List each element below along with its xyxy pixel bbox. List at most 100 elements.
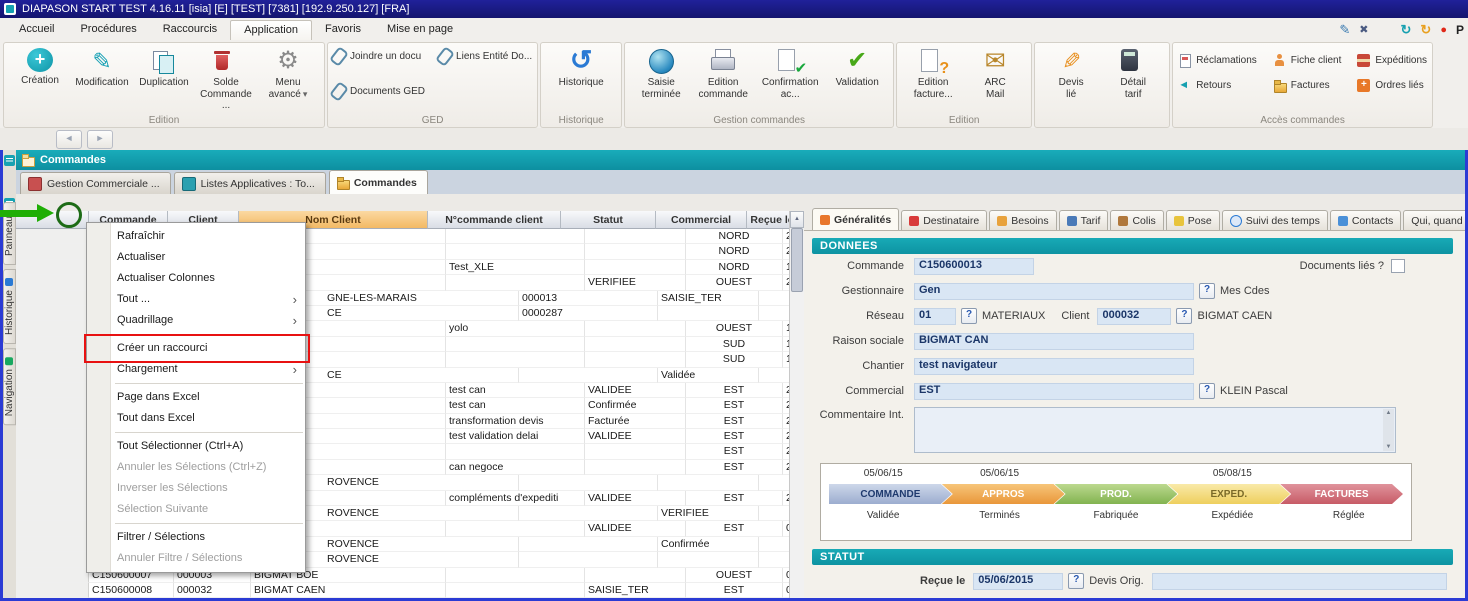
sidebar-tab-historique[interactable]: Historique [3, 269, 16, 344]
expeditions-button[interactable]: Expéditions [1357, 51, 1427, 70]
refresh-icon[interactable] [1401, 23, 1412, 37]
menu-avance-button[interactable]: Menu avancé [257, 46, 319, 100]
row-selector [16, 521, 89, 536]
lookup-question-button[interactable]: ? [1068, 573, 1084, 589]
saisie-terminee-button[interactable]: Saisie terminée [630, 46, 692, 100]
detail-tab-qui-quand[interactable]: Qui, quand ? [1403, 210, 1468, 230]
menu-tab-application[interactable]: Application [230, 20, 312, 40]
creation-button[interactable]: Création [9, 46, 71, 87]
documents-lies-checkbox[interactable] [1391, 259, 1405, 273]
reclamations-button[interactable]: Réclamations [1178, 51, 1257, 70]
table-row[interactable]: C150600008000032BIGMAT CAENSAISIE_TEREST… [16, 583, 804, 598]
menu-item-tout[interactable]: Tout ...› [87, 289, 305, 310]
column-header-statut[interactable]: Statut [561, 211, 656, 229]
menu-tab-raccourcis[interactable]: Raccourcis [150, 20, 230, 40]
alert-dot-icon[interactable] [1440, 22, 1447, 37]
sidebar-tab-navigation[interactable]: Navigation [3, 348, 16, 425]
lookup-question-button[interactable]: ? [961, 308, 977, 324]
detail-tab-destinataire[interactable]: Destinataire [901, 210, 987, 230]
scrollbar-thumb[interactable] [791, 228, 803, 292]
menu-item-quadrillage[interactable]: Quadrillage› [87, 310, 305, 331]
tab-commandes[interactable]: Commandes [329, 170, 428, 194]
edition-commande-button[interactable]: Edition commande [692, 46, 754, 100]
ribbon-group-historique: Historique Historique [540, 42, 622, 128]
forward-button[interactable] [87, 130, 113, 149]
arc-mail-button[interactable]: ARC Mail [964, 46, 1026, 100]
menu-item-rafra-chir[interactable]: Rafraîchir [87, 226, 305, 247]
reseau-field[interactable]: 01 [914, 308, 956, 325]
lookup-question-button[interactable]: ? [1199, 383, 1215, 399]
documents-ged-button[interactable]: Documents GED [333, 82, 425, 101]
menu-tab-mise-en-page[interactable]: Mise en page [374, 20, 466, 40]
gestionnaire-field[interactable]: Gen [914, 283, 1194, 300]
tab-gestion-commerciale[interactable]: Gestion Commerciale ... [20, 172, 171, 194]
confirmation-button[interactable]: Confirmation ac... [754, 46, 826, 100]
menu-item-filtrer-s-lections[interactable]: Filtrer / Sélections [87, 527, 305, 548]
detail-tab-contacts[interactable]: Contacts [1330, 210, 1401, 230]
edit-pencil-icon[interactable] [1339, 23, 1350, 37]
cell-num-commande [519, 537, 658, 552]
menu-tab-accueil[interactable]: Accueil [6, 20, 67, 40]
workflow-status: Réglée [1291, 510, 1407, 521]
menu-tab-favoris[interactable]: Favoris [312, 20, 374, 40]
devis-lie-button[interactable]: Devis lié [1040, 46, 1102, 100]
workflow-step-exped: EXPED. [1167, 484, 1290, 504]
joindre-docu-button[interactable]: Joindre un docu [333, 47, 425, 66]
solde-commande-button[interactable]: Solde Commande ... [195, 46, 257, 112]
menu-item-tout-dans-excel[interactable]: Tout dans Excel [87, 408, 305, 429]
historique-button[interactable]: Historique [546, 46, 616, 89]
scroll-down-icon[interactable]: ▼ [1386, 444, 1392, 450]
detail-tab-g-n-ralit-s[interactable]: Généralités [812, 208, 899, 230]
navigation-row [0, 128, 1468, 151]
vertical-scrollbar[interactable]: ▲ [789, 211, 804, 598]
back-button[interactable] [56, 130, 82, 149]
chantier-field[interactable]: test navigateur [914, 358, 1194, 375]
retours-button[interactable]: Retours [1178, 76, 1257, 95]
menu-item-chargement[interactable]: Chargement› [87, 359, 305, 380]
fiche-client-button[interactable]: Fiche client [1273, 51, 1342, 70]
sidebar-tab-panneaux[interactable]: Panneaux [3, 202, 16, 265]
detail-tab-tarif[interactable]: Tarif [1059, 210, 1109, 230]
scroll-up-icon[interactable]: ▲ [1386, 410, 1392, 416]
panel-toggle-icon[interactable] [4, 155, 15, 166]
sync-icon[interactable] [1420, 23, 1431, 37]
scroll-up-icon[interactable]: ▲ [790, 211, 804, 228]
modification-button[interactable]: Modification [71, 46, 133, 89]
ordres-lies-button[interactable]: Ordres liés [1357, 76, 1427, 95]
recue-le-field[interactable]: 05/06/2015 [973, 573, 1063, 590]
grid-corner-cell[interactable] [16, 211, 89, 229]
column-header-commercial[interactable]: Commercial [656, 211, 747, 229]
devis-orig-field[interactable] [1152, 573, 1447, 590]
lookup-question-button[interactable]: ? [1176, 308, 1192, 324]
close-x-icon[interactable] [1359, 22, 1368, 37]
detail-tab-colis[interactable]: Colis [1110, 210, 1163, 230]
duplication-button[interactable]: Duplication [133, 46, 195, 89]
cell-nom-client: BIGMAT CAEN [251, 583, 446, 598]
validation-button[interactable]: Validation [826, 46, 888, 89]
commande-field[interactable]: C150600013 [914, 258, 1034, 275]
raison-sociale-field[interactable]: BIGMAT CAN [914, 333, 1194, 350]
menu-item-tout-s-lectionner-ctrl-a[interactable]: Tout Sélectionner (Ctrl+A) [87, 436, 305, 457]
factures-button[interactable]: Factures [1273, 76, 1342, 95]
edition-facture-button[interactable]: Edition facture... [902, 46, 964, 100]
menu-item-actualiser[interactable]: Actualiser [87, 247, 305, 268]
tab-listes-applicatives[interactable]: Listes Applicatives : To... [174, 172, 326, 194]
detail-tab-besoins[interactable]: Besoins [989, 210, 1056, 230]
menu-item-cr-er-un-raccourci[interactable]: Créer un raccourci [87, 338, 305, 359]
detail-content: DONNEES Commande C150600013 Documents li… [804, 230, 1465, 598]
p-label[interactable]: P [1456, 23, 1464, 37]
detail-tab-pose[interactable]: Pose [1166, 210, 1220, 230]
menu-item-page-dans-excel[interactable]: Page dans Excel [87, 387, 305, 408]
detail-tarif-button[interactable]: Détail tarif [1102, 46, 1164, 100]
cell-statut: VERIFIEE [585, 275, 686, 290]
liens-entite-button[interactable]: Liens Entité Do... [439, 47, 532, 66]
menu-item-actualiser-colonnes[interactable]: Actualiser Colonnes [87, 268, 305, 289]
mini-scrollbar[interactable]: ▲▼ [1383, 409, 1394, 451]
column-header-num-commande-client[interactable]: N°commande client [428, 211, 561, 229]
commercial-field[interactable]: EST [914, 383, 1194, 400]
menu-tab-proc-dures[interactable]: Procédures [67, 20, 149, 40]
client-field[interactable]: 000032 [1097, 308, 1171, 325]
commentaire-textarea[interactable]: ▲▼ [914, 407, 1396, 453]
detail-tab-suivi-des-temps[interactable]: Suivi des temps [1222, 210, 1328, 230]
lookup-question-button[interactable]: ? [1199, 283, 1215, 299]
